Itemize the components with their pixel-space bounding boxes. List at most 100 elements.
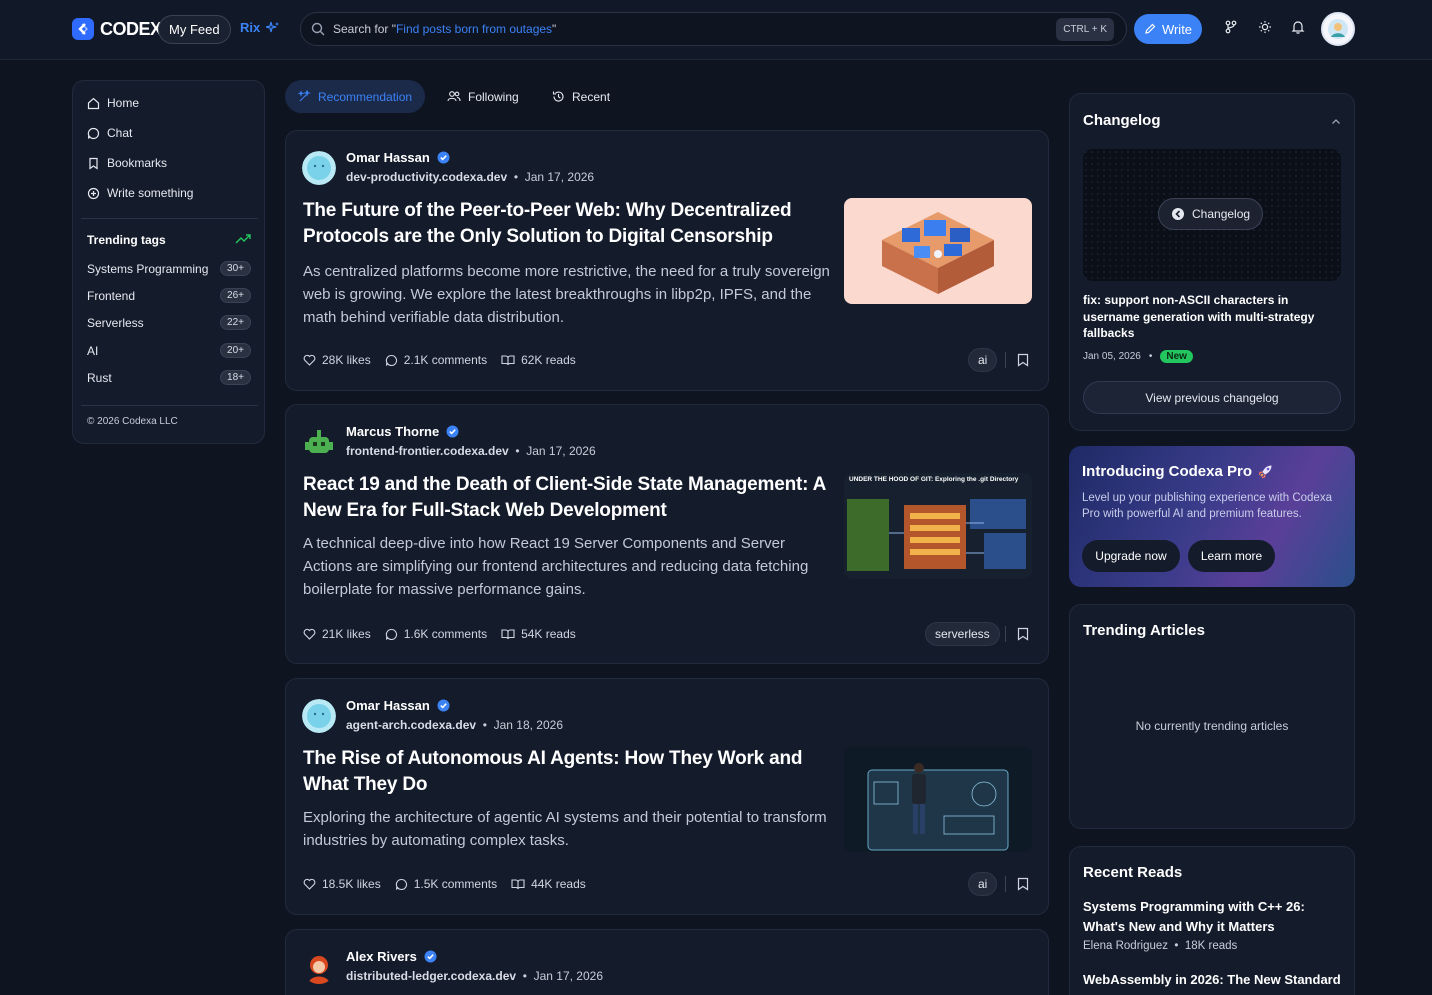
post-date: Jan 18, 2026 xyxy=(493,718,564,732)
trending-tag[interactable]: Frontend 26+ xyxy=(87,288,251,303)
trending-articles-card: Trending Articles No currently trending … xyxy=(1069,604,1355,829)
trending-tag[interactable]: Serverless 22+ xyxy=(87,315,251,330)
trending-tag[interactable]: Systems Programming 30+ xyxy=(87,261,251,276)
post-date: Jan 17, 2026 xyxy=(533,969,603,983)
nav-label: Write something xyxy=(107,186,194,200)
post-title[interactable]: The Future of the Peer-to-Peer Web: Why … xyxy=(303,198,833,250)
post-card[interactable]: Omar Hassan dev-productivity.codexa.dev … xyxy=(285,130,1049,391)
comments-stat[interactable]: 1.5K comments xyxy=(395,877,497,891)
trending-tags-title: Trending tags xyxy=(87,233,166,247)
nav-home[interactable]: Home xyxy=(87,96,139,110)
bookmark-icon[interactable] xyxy=(1017,353,1029,367)
post-title[interactable]: The Rise of Autonomous AI Agents: How Th… xyxy=(303,746,833,798)
reads-count: 62K reads xyxy=(521,353,576,367)
upgrade-now-button[interactable]: Upgrade now xyxy=(1082,540,1180,572)
tab-recommendation[interactable]: Recommendation xyxy=(285,80,426,113)
tag-count: 20+ xyxy=(220,343,251,358)
post-tag[interactable]: ai xyxy=(968,872,998,896)
post-description: As centralized platforms become more res… xyxy=(303,263,830,326)
post-tag[interactable]: serverless xyxy=(925,622,1000,646)
divider xyxy=(81,218,258,219)
nav-bookmarks[interactable]: Bookmarks xyxy=(87,156,167,170)
author-avatar[interactable] xyxy=(302,151,336,185)
rix-button[interactable]: Rix xyxy=(240,20,280,35)
left-sidebar: Home Chat Bookmarks Write something Tren… xyxy=(72,80,265,444)
comments-stat[interactable]: 1.6K comments xyxy=(385,627,487,641)
post-card[interactable]: Omar Hassan agent-arch.codexa.dev • Jan … xyxy=(285,678,1049,915)
chevron-up-icon[interactable] xyxy=(1331,118,1341,125)
post-meta: agent-arch.codexa.dev • Jan 18, 2026 xyxy=(346,718,564,732)
rix-label: Rix xyxy=(240,20,261,35)
post-card[interactable]: Marcus Thorne frontend-frontier.codexa.d… xyxy=(285,404,1049,664)
book-open-icon xyxy=(511,879,525,890)
trending-tag[interactable]: Rust 18+ xyxy=(87,370,251,385)
user-avatar[interactable] xyxy=(1321,12,1355,46)
blog-domain[interactable]: agent-arch.codexa.dev xyxy=(346,718,476,732)
keyboard-shortcut: CTRL + K xyxy=(1056,18,1114,41)
my-feed-button[interactable]: My Feed xyxy=(158,15,231,44)
blog-domain[interactable]: dev-productivity.codexa.dev xyxy=(346,170,507,184)
verified-icon xyxy=(437,699,450,712)
comment-icon xyxy=(385,354,397,366)
author-avatar[interactable] xyxy=(302,699,336,733)
view-previous-changelog-button[interactable]: View previous changelog xyxy=(1083,381,1341,414)
post-meta: distributed-ledger.codexa.dev • Jan 17, … xyxy=(346,969,603,983)
recent-read-title[interactable]: Systems Programming with C++ 26: What's … xyxy=(1083,897,1348,937)
nav-write-something[interactable]: Write something xyxy=(87,186,193,200)
tag-name: Serverless xyxy=(87,315,144,330)
blog-domain[interactable]: distributed-ledger.codexa.dev xyxy=(346,969,516,983)
likes-stat[interactable]: 28K likes xyxy=(303,353,371,367)
book-open-icon xyxy=(501,355,515,366)
bell-icon[interactable] xyxy=(1291,20,1307,36)
post-card[interactable]: Alex Rivers distributed-ledger.codexa.de… xyxy=(285,929,1049,995)
write-button[interactable]: Write xyxy=(1134,14,1202,44)
pen-icon xyxy=(1145,23,1156,34)
post-stats: 18.5K likes 1.5K comments 44K reads xyxy=(303,877,586,891)
theme-sun-icon[interactable] xyxy=(1258,20,1274,36)
learn-more-button[interactable]: Learn more xyxy=(1188,540,1275,572)
recent-read-title[interactable]: WebAssembly in 2026: The New Standard xyxy=(1083,970,1348,990)
search-bar[interactable]: Search for " Find posts born from outages… xyxy=(300,12,1127,46)
post-thumbnail[interactable]: UNDER THE HOOD OF GIT: Exploring the .gi… xyxy=(844,473,1032,579)
tab-recent[interactable]: Recent xyxy=(539,80,623,113)
changelog-heading[interactable]: fix: support non-ASCII characters in use… xyxy=(1083,292,1343,342)
post-title[interactable]: React 19 and the Death of Client-Side St… xyxy=(303,472,833,524)
bookmark-icon[interactable] xyxy=(1017,877,1029,891)
comments-count: 1.6K comments xyxy=(403,627,488,641)
nav-chat[interactable]: Chat xyxy=(87,126,132,140)
author-name[interactable]: Omar Hassan xyxy=(346,150,450,165)
trending-tag[interactable]: AI 20+ xyxy=(87,343,251,358)
git-branch-icon[interactable] xyxy=(1224,20,1240,36)
recent-reads-card: Recent Reads Systems Programming with C+… xyxy=(1069,846,1355,995)
pro-title: Introducing Codexa Pro xyxy=(1082,463,1273,480)
changelog-pill[interactable]: Changelog xyxy=(1158,198,1264,230)
post-tag[interactable]: ai xyxy=(968,348,998,372)
home-icon xyxy=(87,97,100,109)
reads-stat: 54K reads xyxy=(501,627,576,641)
divider xyxy=(1005,626,1006,642)
likes-stat[interactable]: 18.5K likes xyxy=(303,877,381,891)
users-icon xyxy=(447,91,461,102)
post-date: Jan 17, 2026 xyxy=(526,444,596,458)
author-name[interactable]: Omar Hassan xyxy=(346,698,450,713)
author-name[interactable]: Alex Rivers xyxy=(346,949,437,964)
bookmark-icon[interactable] xyxy=(1017,627,1029,641)
author-name[interactable]: Marcus Thorne xyxy=(346,424,459,439)
recent-read-meta: Elena Rodriguez • 18K reads xyxy=(1083,940,1238,952)
comments-stat[interactable]: 2.1K comments xyxy=(385,353,487,367)
reads-stat: 44K reads xyxy=(511,877,586,891)
tab-label: Recent xyxy=(572,89,611,104)
verified-icon xyxy=(424,950,437,963)
post-thumbnail[interactable] xyxy=(844,198,1032,304)
logo-icon xyxy=(1172,208,1184,220)
sparkle-icon xyxy=(298,90,311,102)
dot-separator: • xyxy=(1148,351,1153,362)
reads-stat: 62K reads xyxy=(501,353,576,367)
blog-domain[interactable]: frontend-frontier.codexa.dev xyxy=(346,444,509,458)
codexa-pro-card: Introducing Codexa Pro Level up your pub… xyxy=(1069,446,1355,587)
tab-following[interactable]: Following xyxy=(434,80,532,113)
author-avatar[interactable] xyxy=(302,425,336,459)
post-thumbnail[interactable] xyxy=(844,746,1032,852)
author-avatar[interactable] xyxy=(302,950,336,984)
likes-stat[interactable]: 21K likes xyxy=(303,627,371,641)
